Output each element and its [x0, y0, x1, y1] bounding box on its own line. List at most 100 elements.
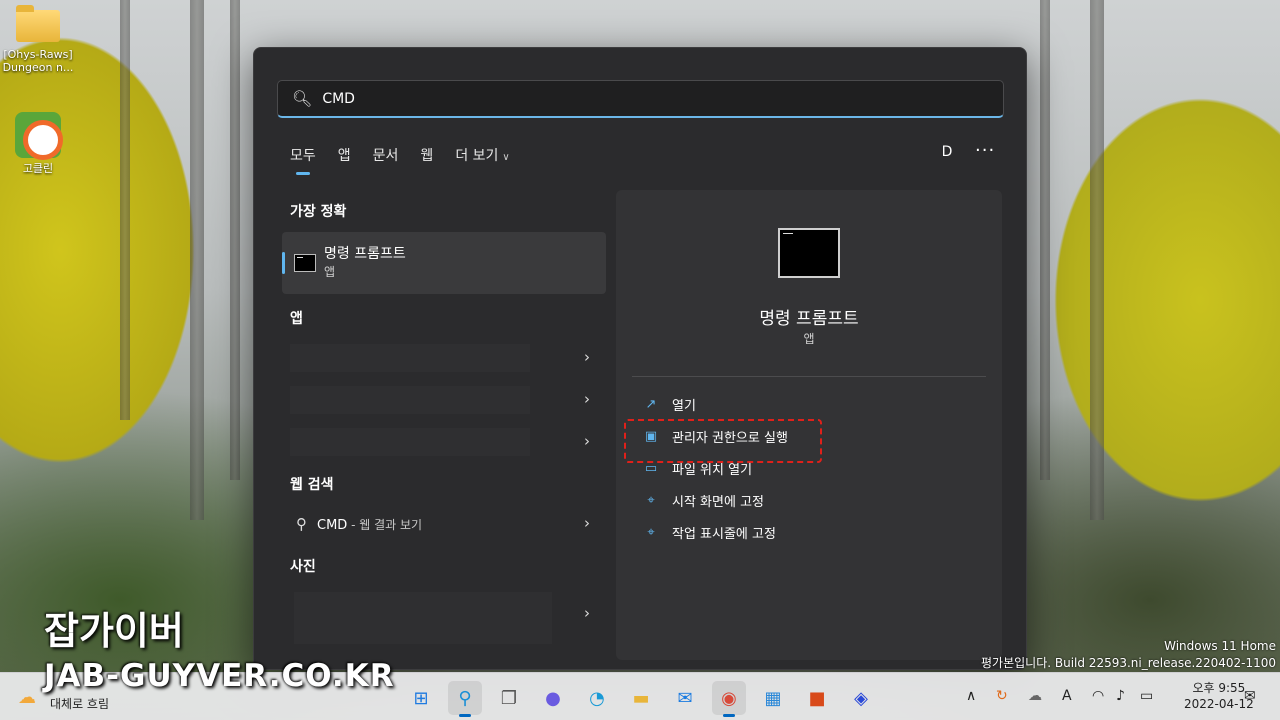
windows-build: 평가본입니다. Build 22593.ni_release.220402-11…	[981, 656, 1276, 670]
tab-label: 모두	[290, 148, 316, 164]
selection-indicator	[282, 252, 285, 274]
action-label: 파일 위치 열기	[672, 462, 753, 478]
tab-all[interactable]: 모두	[290, 145, 316, 175]
tab-more[interactable]: 더 보기 ∨	[455, 145, 509, 175]
detail-title: 명령 프롬프트	[759, 309, 859, 329]
search-icon: 🔍︎	[292, 89, 313, 108]
search-panel: 🔍︎ 모두 앱 문서 웹 더 보기∨ D ··· 가장 정확 명령 프롬프트 앱…	[253, 47, 1027, 670]
app-icon[interactable]: ◈	[844, 681, 878, 715]
tab-label: 문서	[372, 148, 399, 164]
tab-label: 웹	[420, 148, 434, 164]
tab-documents[interactable]: 문서	[373, 145, 399, 175]
pin-icon: ⌖	[647, 492, 655, 508]
chevron-up-icon[interactable]: ∧	[966, 688, 976, 704]
command-prompt-icon	[294, 254, 316, 272]
action-open[interactable]: ↗ 열기	[642, 392, 696, 416]
tab-label: 앱	[337, 148, 351, 164]
background-tree	[1040, 0, 1050, 480]
watermark-title: 잡가이버	[44, 609, 184, 653]
edge-browser-icon[interactable]: ◔	[580, 681, 614, 715]
search-icon[interactable]: ⚲	[448, 681, 482, 717]
chrome-browser-icon[interactable]: ◉	[712, 681, 746, 717]
pin-icon: ⌖	[647, 524, 655, 540]
search-icon: ⚲	[296, 515, 307, 533]
cloud-icon[interactable]: ☁	[1028, 688, 1042, 704]
app-result-placeholder	[290, 386, 530, 414]
weather-text[interactable]: 대체로 흐림	[50, 695, 109, 712]
best-match-heading: 가장 정확	[290, 204, 347, 220]
action-label: 열기	[672, 398, 696, 414]
chevron-down-icon: ∨	[502, 152, 510, 163]
photos-heading: 사진	[290, 559, 316, 575]
office-icon[interactable]: ■	[800, 681, 834, 715]
action-pin-to-start[interactable]: ⌖ 시작 화면에 고정	[642, 488, 764, 512]
detail-subtitle: 앱	[803, 332, 815, 346]
desktop-icon-goclean[interactable]: 고클린	[0, 112, 78, 175]
sync-icon[interactable]: ↻	[996, 688, 1008, 704]
background-tree	[190, 0, 204, 520]
background-tree	[120, 0, 130, 420]
search-box[interactable]: 🔍︎	[277, 80, 1004, 118]
shield-icon: ▣	[644, 428, 658, 444]
mail-icon[interactable]: ✉	[668, 681, 702, 715]
app-result-placeholder	[290, 344, 530, 372]
web-result-query: CMD	[317, 517, 348, 533]
microsoft-store-icon[interactable]: ▦	[756, 681, 790, 715]
battery-icon[interactable]: ▭	[1140, 688, 1153, 704]
chevron-right-icon: ›	[584, 514, 590, 532]
desktop-icon-label: 고클린	[22, 162, 54, 175]
folder-icon: ▭	[644, 460, 658, 476]
photo-result[interactable]: ›	[282, 588, 606, 644]
photo-result-placeholder	[294, 592, 552, 644]
action-label: 시작 화면에 고정	[672, 494, 764, 510]
web-result-suffix: - 웹 결과 보기	[347, 517, 423, 532]
goclean-app-icon	[15, 112, 63, 160]
best-match-subtitle: 앱	[324, 265, 336, 279]
chevron-right-icon: ›	[584, 432, 590, 450]
best-match-title: 명령 프롬프트	[324, 246, 406, 262]
background-tree	[1090, 0, 1104, 520]
tab-apps[interactable]: 앱	[338, 145, 351, 175]
chevron-right-icon: ›	[584, 390, 590, 408]
search-tabs: 모두 앱 문서 웹 더 보기 ∨	[290, 145, 532, 175]
tab-label: 더 보기	[455, 148, 499, 164]
apps-heading: 앱	[290, 311, 303, 327]
wifi-icon[interactable]: ◠	[1092, 688, 1104, 704]
background-tree	[230, 0, 240, 480]
command-prompt-icon	[778, 228, 840, 278]
watermark-url: JAB-GUYVER.CO.KR	[44, 658, 395, 694]
search-input[interactable]	[322, 90, 923, 107]
action-run-as-admin[interactable]: ▣ 관리자 권한으로 실행	[642, 424, 788, 448]
action-pin-to-taskbar[interactable]: ⌖ 작업 표시줄에 고정	[642, 520, 776, 544]
chat-icon[interactable]: ●	[536, 681, 570, 715]
list-item[interactable]: ›	[282, 422, 606, 462]
list-item[interactable]: ›	[282, 380, 606, 420]
task-view-icon[interactable]: ❐	[492, 681, 526, 715]
windows-version-watermark: Windows 11 Home 평가본입니다. Build 22593.ni_r…	[981, 638, 1276, 672]
list-item[interactable]: ›	[282, 338, 606, 378]
more-options-button[interactable]: ···	[975, 140, 995, 161]
chevron-right-icon: ›	[584, 604, 590, 622]
detail-pane: 명령 프롬프트 앱 ↗ 열기 ▣ 관리자 권한으로 실행 ▭ 파일 위치 열기 …	[616, 190, 1002, 660]
volume-icon[interactable]: ♪	[1116, 688, 1125, 704]
desktop-icon-folder[interactable]: [Ohys-Raws] Dungeon n...	[0, 5, 78, 74]
input-method-icon[interactable]: A	[1062, 688, 1072, 704]
weather-cloud-icon[interactable]: ☁	[18, 687, 36, 708]
app-result-placeholder	[290, 428, 530, 456]
action-open-file-location[interactable]: ▭ 파일 위치 열기	[642, 456, 752, 480]
file-explorer-icon[interactable]: ▬	[624, 681, 658, 715]
desktop-icon-label: [Ohys-Raws] Dungeon n...	[2, 48, 74, 74]
web-search-heading: 웹 검색	[290, 477, 334, 493]
web-search-result[interactable]: ⚲ CMD - 웹 결과 보기 ›	[282, 504, 606, 544]
notification-icon[interactable]: ✉	[1244, 688, 1256, 704]
divider	[632, 376, 986, 377]
web-result-text: CMD - 웹 결과 보기	[317, 516, 422, 533]
windows-edition: Windows 11 Home	[1164, 639, 1276, 653]
action-label: 관리자 권한으로 실행	[672, 430, 788, 446]
folder-icon	[16, 5, 60, 42]
chevron-right-icon: ›	[584, 348, 590, 366]
user-avatar[interactable]: D	[937, 144, 957, 164]
tab-web[interactable]: 웹	[420, 145, 433, 175]
start-icon[interactable]: ⊞	[404, 681, 438, 715]
best-match-item[interactable]: 명령 프롬프트 앱	[282, 232, 606, 294]
